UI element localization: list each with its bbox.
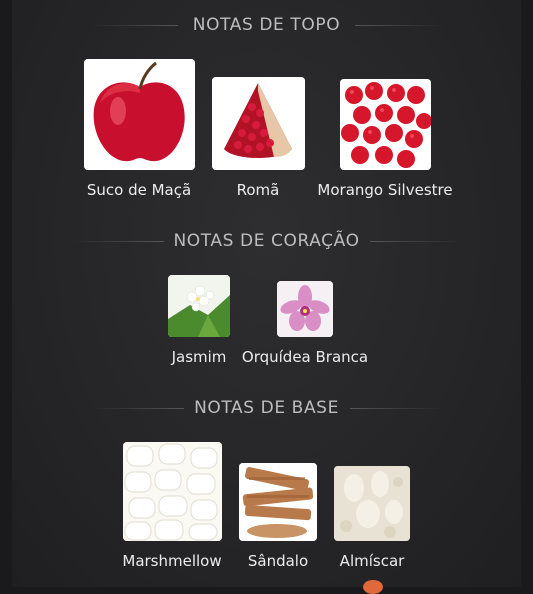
note-label: Suco de Maçã bbox=[86, 181, 192, 199]
note-jasmine-image[interactable] bbox=[168, 275, 230, 337]
divider-right bbox=[355, 25, 443, 26]
marshmallow-icon bbox=[123, 442, 222, 541]
note-marshmallow-image[interactable] bbox=[123, 442, 222, 541]
section-title-top: NOTAS DE TOPO bbox=[192, 15, 341, 35]
strawberry-icon bbox=[340, 79, 431, 170]
section-title-base: NOTAS DE BASE bbox=[194, 398, 339, 418]
note-strawberry-image[interactable] bbox=[340, 79, 431, 170]
note-label: Morango Silvestre bbox=[317, 181, 453, 199]
note-label: Romã bbox=[236, 181, 280, 199]
note-musk-image[interactable] bbox=[334, 466, 410, 541]
note-pomegranate-image[interactable] bbox=[212, 77, 305, 170]
divider-right bbox=[350, 408, 442, 409]
note-label: Orquídea Branca bbox=[241, 348, 369, 366]
note-label: Sândalo bbox=[247, 552, 309, 570]
note-apple-image[interactable] bbox=[84, 59, 195, 170]
orchid-icon bbox=[277, 281, 333, 337]
divider-right bbox=[370, 241, 462, 242]
note-sandalwood-image[interactable] bbox=[239, 463, 317, 541]
note-label: Jasmim bbox=[171, 348, 227, 366]
note-label: Almíscar bbox=[339, 552, 405, 570]
jasmine-icon bbox=[168, 275, 230, 337]
apple-icon bbox=[84, 59, 195, 170]
sandalwood-icon bbox=[239, 463, 317, 541]
musk-icon bbox=[334, 466, 410, 541]
note-orchid-image[interactable] bbox=[277, 281, 333, 337]
pomegranate-icon bbox=[212, 77, 305, 170]
accent-dot bbox=[363, 580, 383, 594]
note-label: Marshmellow bbox=[122, 552, 222, 570]
